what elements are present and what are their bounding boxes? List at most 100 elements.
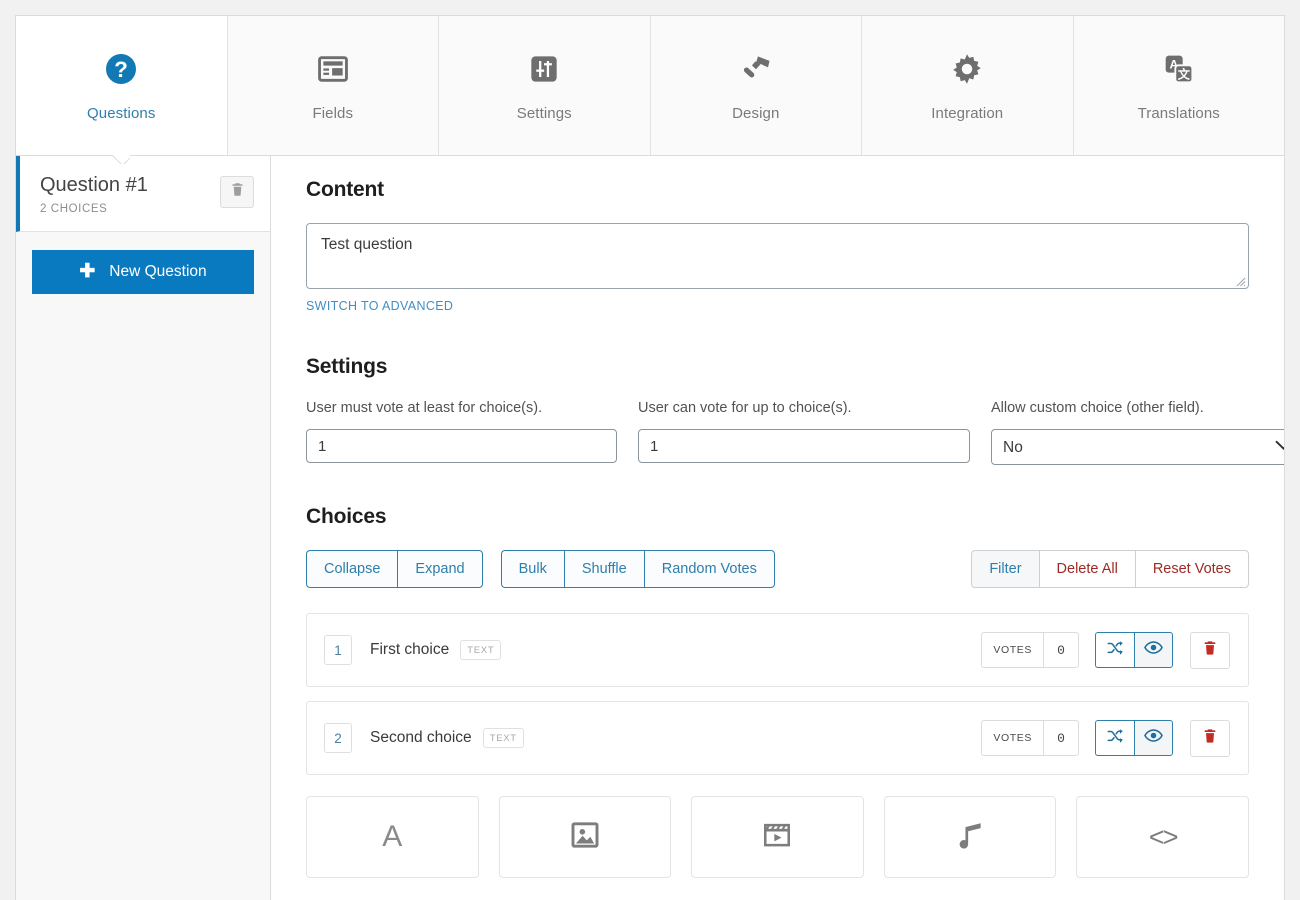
votes-label: VOTES <box>982 633 1044 667</box>
votes-display: VOTES 0 <box>981 632 1079 668</box>
tab-fields[interactable]: Fields <box>228 16 440 155</box>
shuffle-icon-button[interactable] <box>1095 632 1134 668</box>
choice-number: 2 <box>324 723 352 753</box>
settings-heading: Settings <box>306 355 1249 379</box>
bulk-button[interactable]: Bulk <box>501 550 564 588</box>
tab-label: Design <box>732 105 779 122</box>
plus-icon: ✚ <box>79 262 95 281</box>
add-image-tile[interactable] <box>499 796 672 878</box>
votes-value[interactable]: 0 <box>1044 721 1078 755</box>
add-media-row: A <box>306 796 1249 878</box>
form-fields-icon <box>313 49 353 89</box>
question-item-text: Question #1 2 CHOICES <box>40 174 148 215</box>
gear-icon <box>947 49 987 89</box>
main-tab-bar: ? Questions Fields <box>16 16 1284 156</box>
eye-icon <box>1144 638 1163 662</box>
new-question-button[interactable]: ✚ New Question <box>32 250 254 294</box>
add-audio-tile[interactable] <box>884 796 1057 878</box>
tab-label: Questions <box>87 105 155 122</box>
max-votes-label: User can vote for up to choice(s). <box>638 400 970 416</box>
sliders-icon <box>524 49 564 89</box>
tab-settings[interactable]: Settings <box>439 16 651 155</box>
choice-icon-actions <box>1095 632 1173 668</box>
video-icon <box>761 819 793 856</box>
reset-votes-button[interactable]: Reset Votes <box>1135 550 1249 588</box>
choice-text[interactable]: Second choice <box>370 729 472 747</box>
tab-label: Integration <box>931 105 1003 122</box>
add-video-tile[interactable] <box>691 796 864 878</box>
expand-button[interactable]: Expand <box>397 550 482 588</box>
collapse-button[interactable]: Collapse <box>306 550 397 588</box>
min-votes-label: User must vote at least for choice(s). <box>306 400 617 416</box>
content-heading: Content <box>306 178 1249 202</box>
switch-to-advanced-link[interactable]: SWITCH TO ADVANCED <box>306 299 453 313</box>
svg-text:文: 文 <box>1177 66 1190 81</box>
panel-body: Question #1 2 CHOICES ✚ New Question <box>16 156 1284 900</box>
custom-choice-select-wrapper: No <box>991 429 1284 465</box>
choice-number: 1 <box>324 635 352 665</box>
shuffle-icon <box>1106 727 1124 750</box>
delete-all-button[interactable]: Delete All <box>1039 550 1135 588</box>
text-glyph-icon: A <box>382 822 402 852</box>
eye-icon <box>1144 726 1163 750</box>
add-embed-tile[interactable]: <> <box>1076 796 1249 878</box>
tab-design[interactable]: Design <box>651 16 863 155</box>
votes-value[interactable]: 0 <box>1044 633 1078 667</box>
question-editor-panel: Content SWITCH TO ADVANCED Settings User… <box>271 156 1284 900</box>
tab-integration[interactable]: Integration <box>862 16 1074 155</box>
delete-choice-button[interactable] <box>1190 720 1230 757</box>
choice-row[interactable]: 1 First choice TEXT VOTES 0 <box>306 613 1249 687</box>
sidebar-item-question-1[interactable]: Question #1 2 CHOICES <box>16 156 270 232</box>
bulk-actions-group: Bulk Shuffle Random Votes <box>501 550 775 588</box>
max-votes-input[interactable] <box>638 429 970 463</box>
choice-text[interactable]: First choice <box>370 641 449 659</box>
choice-row[interactable]: 2 Second choice TEXT VOTES 0 <box>306 701 1249 775</box>
random-votes-button[interactable]: Random Votes <box>644 550 775 588</box>
delete-choice-button[interactable] <box>1190 632 1230 669</box>
trash-icon <box>1202 727 1218 750</box>
tab-label: Settings <box>517 105 572 122</box>
paintbrush-icon <box>736 49 776 89</box>
questions-sidebar: Question #1 2 CHOICES ✚ New Question <box>16 156 271 900</box>
preview-icon-button[interactable] <box>1134 632 1173 668</box>
plugin-panel: ? Questions Fields <box>15 15 1285 900</box>
question-choice-count: 2 CHOICES <box>40 203 148 215</box>
sidebar-actions: ✚ New Question <box>16 232 270 312</box>
min-votes-field: User must vote at least for choice(s). <box>306 400 617 463</box>
filter-button[interactable]: Filter <box>971 550 1038 588</box>
custom-choice-field: Allow custom choice (other field). No <box>991 400 1284 465</box>
tab-label: Fields <box>312 105 353 122</box>
choice-type-badge: TEXT <box>483 728 524 748</box>
music-note-icon <box>954 819 986 856</box>
choices-heading: Choices <box>306 505 1249 529</box>
delete-question-button[interactable] <box>220 176 254 208</box>
question-circle-icon: ? <box>101 49 141 89</box>
question-title: Question #1 <box>40 174 148 196</box>
question-content-textarea[interactable] <box>306 223 1249 289</box>
shuffle-icon <box>1106 639 1124 662</box>
svg-text:?: ? <box>114 57 128 82</box>
settings-fields: User must vote at least for choice(s). U… <box>306 400 1249 465</box>
choice-icon-actions <box>1095 720 1173 756</box>
add-text-tile[interactable]: A <box>306 796 479 878</box>
min-votes-input[interactable] <box>306 429 617 463</box>
trash-icon <box>230 181 245 203</box>
choice-type-badge: TEXT <box>460 640 501 660</box>
code-icon: <> <box>1149 824 1177 851</box>
shuffle-icon-button[interactable] <box>1095 720 1134 756</box>
tab-questions[interactable]: ? Questions <box>16 16 228 155</box>
tab-translations[interactable]: A 文 Translations <box>1074 16 1285 155</box>
custom-choice-label: Allow custom choice (other field). <box>991 400 1284 416</box>
max-votes-field: User can vote for up to choice(s). <box>638 400 970 463</box>
trash-icon <box>1202 639 1218 662</box>
custom-choice-select[interactable]: No <box>991 429 1284 465</box>
choices-right-group: Filter Delete All Reset Votes <box>971 550 1249 588</box>
tab-label: Translations <box>1138 105 1220 122</box>
shuffle-button[interactable]: Shuffle <box>564 550 644 588</box>
preview-icon-button[interactable] <box>1134 720 1173 756</box>
collapse-expand-group: Collapse Expand <box>306 550 483 588</box>
choices-toolbar: Collapse Expand Bulk Shuffle Random Vote… <box>306 550 1249 588</box>
votes-display: VOTES 0 <box>981 720 1079 756</box>
active-tab-notch <box>112 155 130 164</box>
translate-icon: A 文 <box>1159 49 1199 89</box>
